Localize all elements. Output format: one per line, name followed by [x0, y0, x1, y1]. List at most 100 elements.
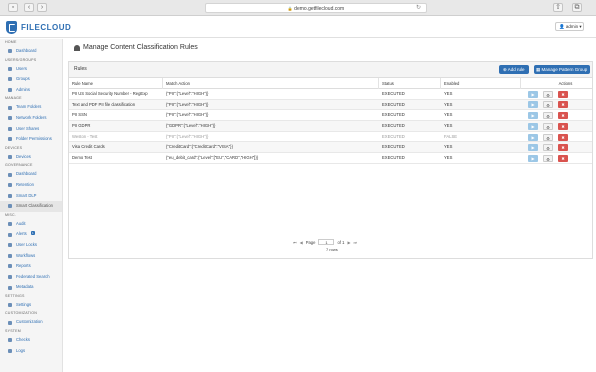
sidebar-item-label: Alerts — [16, 231, 27, 237]
sidebar-item-dashboard[interactable]: Dashboard — [0, 169, 62, 180]
edit-rule-button[interactable]: ⚙ — [543, 112, 553, 120]
sidebar-item-workflows[interactable]: Workflows — [0, 251, 62, 262]
first-page-icon[interactable]: ⏮ — [293, 240, 297, 245]
run-rule-button[interactable]: ▶ — [528, 144, 538, 152]
sidebar-item-smart-classification[interactable]: Smart Classification — [0, 201, 62, 212]
sidebar-item-dashboard[interactable]: Dashboard — [0, 46, 62, 57]
edit-rule-button[interactable]: ⚙ — [543, 133, 553, 141]
delete-rule-button[interactable]: ✖ — [558, 144, 568, 152]
metadata-icon — [8, 285, 12, 290]
gear-icon — [8, 303, 12, 308]
column-header-actions: Actions — [558, 81, 573, 86]
run-rule-button[interactable]: ▶ — [528, 133, 538, 141]
share-icon[interactable]: ⇧ — [553, 3, 563, 12]
sidebar-section-title: USERS/GROUPS — [5, 57, 37, 62]
sidebar-toggle-icon[interactable]: ▫ — [8, 3, 18, 12]
search-icon — [8, 274, 12, 279]
sidebar-item-admins[interactable]: Admins — [0, 85, 62, 96]
user-menu-button[interactable]: 👤 admin ▾ — [555, 22, 584, 31]
status-cell: EXECUTED — [382, 123, 405, 129]
sidebar-item-smart-dlp[interactable]: Smart DLP — [0, 191, 62, 202]
delete-rule-button[interactable]: ✖ — [558, 154, 568, 162]
sidebar-section-title: DEVICES — [5, 145, 23, 150]
delete-rule-button[interactable]: ✖ — [558, 122, 568, 130]
add-rule-button[interactable]: ⊕ Add rule — [499, 65, 529, 74]
address-bar[interactable]: 🔒 demo.getfilecloud.com ↻ — [205, 3, 427, 13]
table-body: PII US Social Security Number - RegExp {"… — [69, 89, 592, 164]
sidebar-item-folder-permissions[interactable]: Folder Permissions — [0, 134, 62, 145]
column-header-rule-name[interactable]: Rule Name — [69, 78, 163, 89]
sidebar-item-label: Smart DLP — [16, 192, 37, 198]
prev-page-icon[interactable]: ◀ — [300, 240, 303, 245]
table-row[interactable]: PII SSN {"PII":{"Level":"HIGH"}} EXECUTED Y… — [69, 110, 592, 122]
run-rule-button[interactable]: ▶ — [528, 122, 538, 130]
rule-name-cell: Visa Credit Cards — [72, 144, 105, 150]
sidebar-item-team-folders[interactable]: Team Folders — [0, 102, 62, 113]
sidebar-item-reports[interactable]: Reports — [0, 261, 62, 272]
match-action-cell: {"PII":{"Level":"HIGH"}} — [166, 91, 209, 96]
sidebar-item-alerts[interactable]: Alerts 1 — [0, 229, 62, 240]
device-icon — [8, 155, 12, 160]
table-row[interactable]: Weston - Test {"PII":{"Level":"HIGH"}} EXE… — [69, 132, 592, 143]
sidebar-item-devices[interactable]: Devices — [0, 152, 62, 163]
table-row[interactable]: PII GDPR {"GDPR":{"Level":"HIGH"}} EXECUTE… — [69, 121, 592, 132]
classification-icon — [8, 204, 12, 209]
edit-rule-button[interactable]: ⚙ — [543, 101, 553, 109]
column-header-match-action[interactable]: Match Action — [163, 78, 379, 89]
sidebar-item-groups[interactable]: Groups — [0, 74, 62, 85]
table-row[interactable]: Demo Test {"eu_debit_card":{"Level":["EU"… — [69, 153, 592, 164]
sidebar-item-label: Workflows — [16, 252, 36, 258]
edit-rule-button[interactable]: ⚙ — [543, 90, 553, 98]
sidebar-item-audit[interactable]: Audit — [0, 219, 62, 230]
sidebar-item-federated-search[interactable]: Federated Search — [0, 272, 62, 283]
sidebar-item-metadata[interactable]: Metadata — [0, 282, 62, 293]
column-header-enabled[interactable]: Enabled — [441, 78, 521, 89]
table-row[interactable]: Text and PDF PII file classification {"PI… — [69, 99, 592, 111]
sidebar-item-retention[interactable]: Retention — [0, 180, 62, 191]
sidebar-item-logs[interactable]: Logs — [0, 346, 62, 357]
lock-icon: 🔒 — [287, 6, 293, 11]
table-row[interactable]: PII US Social Security Number - RegExp {"… — [69, 89, 592, 100]
rules-panel: Rules ⊕ Add rule ▦ Manage Pattern Group … — [68, 61, 593, 259]
sidebar-section-title: SETTINGS — [5, 293, 25, 298]
run-rule-button[interactable]: ▶ — [528, 90, 538, 98]
forward-icon[interactable]: › — [37, 3, 47, 12]
sidebar-item-label: Network Folders — [16, 114, 47, 120]
run-rule-button[interactable]: ▶ — [528, 101, 538, 109]
sidebar-item-users[interactable]: Users — [0, 64, 62, 75]
alert-count-badge: 1 — [31, 231, 35, 236]
reload-icon[interactable]: ↻ — [416, 4, 421, 13]
delete-rule-button[interactable]: ✖ — [558, 90, 568, 98]
sidebar-item-user-locks[interactable]: User Locks — [0, 240, 62, 251]
last-page-icon[interactable]: ⏭ — [354, 240, 358, 245]
sidebar-item-label: Checks — [16, 337, 30, 343]
edit-rule-button[interactable]: ⚙ — [543, 122, 553, 130]
delete-rule-button[interactable]: ✖ — [558, 112, 568, 120]
back-icon[interactable]: ‹ — [24, 3, 34, 12]
sidebar-item-customization[interactable]: Customization — [0, 317, 62, 328]
sidebar-item-user-shares[interactable]: User Shares — [0, 124, 62, 135]
manage-pattern-group-button[interactable]: ▦ Manage Pattern Group — [534, 65, 590, 74]
workflow-icon — [8, 253, 12, 258]
rule-name-cell: PII GDPR — [72, 123, 91, 129]
network-folder-icon — [8, 116, 12, 121]
run-rule-button[interactable]: ▶ — [528, 112, 538, 120]
sidebar-item-settings[interactable]: Settings — [0, 300, 62, 311]
tabs-icon[interactable]: ⧉ — [572, 3, 582, 12]
match-action-cell: {"PII":{"Level":"HIGH"}} — [166, 112, 209, 118]
column-header-status[interactable]: Status — [379, 78, 441, 89]
sidebar-item-label: Devices — [16, 153, 31, 159]
match-action-cell: {"eu_debit_card":{"Level":["EU","CARD","… — [166, 155, 259, 161]
filecloud-logo[interactable]: FILECLOUD — [6, 20, 71, 34]
delete-rule-button[interactable]: ✖ — [558, 133, 568, 141]
sidebar-item-checks[interactable]: Checks — [0, 335, 62, 346]
edit-rule-button[interactable]: ⚙ — [543, 154, 553, 162]
next-page-icon[interactable]: ▶ — [347, 240, 350, 245]
delete-rule-button[interactable]: ✖ — [558, 101, 568, 109]
page-input[interactable]: 1 — [318, 239, 335, 245]
manage-pattern-label: Manage Pattern Group — [541, 67, 588, 72]
run-rule-button[interactable]: ▶ — [528, 154, 538, 162]
sidebar-item-network-folders[interactable]: Network Folders — [0, 113, 62, 124]
edit-rule-button[interactable]: ⚙ — [543, 144, 553, 152]
table-row[interactable]: Visa Credit Cards {"CreditCard":{"CreditC… — [69, 142, 592, 154]
